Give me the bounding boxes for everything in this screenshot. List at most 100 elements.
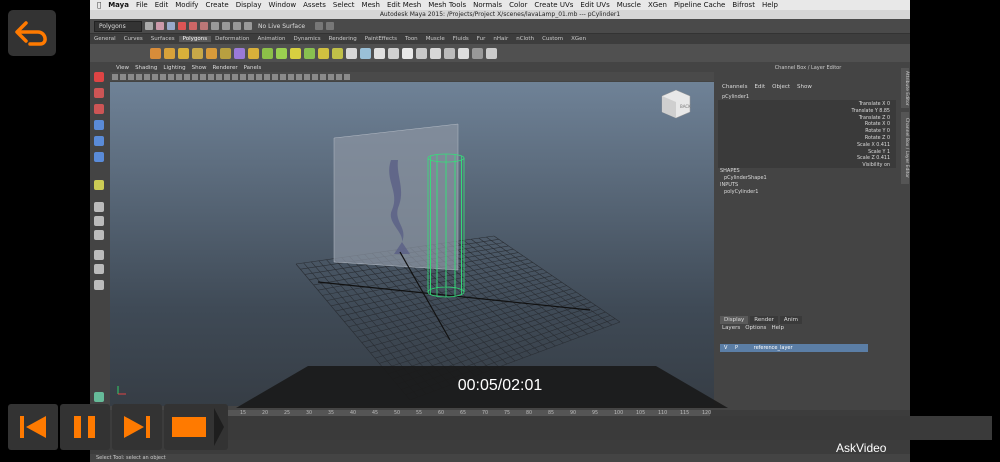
menu-pipeline-cache[interactable]: Pipeline Cache	[674, 1, 725, 9]
channel-menu-object[interactable]: Object	[772, 84, 790, 90]
back-button[interactable]	[8, 10, 56, 56]
layer-row[interactable]: V P reference_layer	[720, 344, 868, 352]
tab-muscle[interactable]: Muscle	[422, 36, 449, 42]
apple-icon[interactable]: 	[97, 1, 101, 9]
panel-tool-19-icon[interactable]	[256, 73, 262, 80]
layer-tab-display[interactable]: Display	[720, 316, 749, 324]
perspective-viewport[interactable]: BACK	[110, 82, 714, 406]
panel-tool-27-icon[interactable]	[320, 73, 326, 80]
panel-tool-15-icon[interactable]	[224, 73, 230, 80]
menu-mesh-tools[interactable]: Mesh Tools	[428, 1, 466, 9]
shelf-tool-25-icon[interactable]	[486, 47, 497, 59]
pause-button[interactable]	[60, 404, 110, 450]
panel-tool-22-icon[interactable]	[280, 73, 286, 80]
tab-dynamics[interactable]: Dynamics	[290, 36, 325, 42]
shelf-tool-23-icon[interactable]	[458, 47, 469, 59]
shelf-tool-19-icon[interactable]	[402, 47, 413, 59]
menu-edit-uvs[interactable]: Edit UVs	[580, 1, 609, 9]
side-by-side-layout-icon[interactable]	[94, 230, 104, 240]
four-view-layout-icon[interactable]	[94, 216, 104, 226]
tab-painteffects[interactable]: PaintEffects	[361, 36, 401, 42]
menu-display[interactable]: Display	[236, 1, 262, 9]
panel-tool-14-icon[interactable]	[216, 73, 222, 80]
panel-tool-28-icon[interactable]	[328, 73, 334, 80]
shelf-tool-16-icon[interactable]	[360, 47, 371, 59]
tab-animation[interactable]: Animation	[253, 36, 289, 42]
shelf-tool-24-icon[interactable]	[472, 47, 483, 59]
channel-attribute[interactable]: Translate Y 8.85	[852, 109, 890, 114]
panel-tool-16-icon[interactable]	[232, 73, 238, 80]
attribute-editor-tab[interactable]: Attribute Editor	[901, 68, 909, 108]
input-node[interactable]: polyCylinder1	[724, 189, 758, 195]
menu-create[interactable]: Create	[205, 1, 228, 9]
panel-menu-view[interactable]: View	[116, 65, 129, 71]
menu-window[interactable]: Window	[269, 1, 297, 9]
channel-attribute[interactable]: Translate X 0	[859, 102, 890, 107]
shelf-tool-8-icon[interactable]	[248, 47, 259, 59]
menu-mesh[interactable]: Mesh	[362, 1, 380, 9]
shelf-tool-13-icon[interactable]	[318, 47, 329, 59]
tab-polygons[interactable]: Polygons	[178, 36, 212, 42]
menu-muscle[interactable]: Muscle	[617, 1, 641, 9]
paint-select-tool-icon[interactable]	[94, 104, 104, 114]
menu-file[interactable]: File	[136, 1, 148, 9]
rotate-tool-icon[interactable]	[94, 136, 104, 146]
shelf-tool-21-icon[interactable]	[430, 47, 441, 59]
menu-help[interactable]: Help	[762, 1, 778, 9]
view-cube[interactable]: BACK	[661, 89, 691, 119]
channel-menu-channels[interactable]: Channels	[722, 84, 747, 90]
panel-tool-4-icon[interactable]	[136, 73, 142, 80]
panel-tool-2-icon[interactable]	[120, 73, 126, 80]
panel-tool-6-icon[interactable]	[152, 73, 158, 80]
shelf-tool-18-icon[interactable]	[388, 47, 399, 59]
snap-point-icon[interactable]	[233, 22, 241, 30]
channel-attribute[interactable]: Visibility on	[862, 163, 890, 168]
shelf-tool-17-icon[interactable]	[374, 47, 385, 59]
channel-box-tab[interactable]: Channel Box / Layer Editor	[901, 112, 909, 184]
shelf-tool-11-icon[interactable]	[290, 47, 301, 59]
select-by-hierarchy-icon[interactable]	[189, 22, 197, 30]
tab-xgen[interactable]: XGen	[567, 36, 590, 42]
menu-modify[interactable]: Modify	[175, 1, 198, 9]
shape-node[interactable]: pCylinderShape1	[724, 175, 767, 181]
channel-attribute[interactable]: Rotate X 0	[865, 122, 890, 127]
skip-back-button[interactable]	[8, 404, 58, 450]
layer-name[interactable]: reference_layer	[754, 345, 793, 351]
panel-tool-17-icon[interactable]	[240, 73, 246, 80]
layer-visibility-toggle[interactable]: V	[724, 345, 727, 351]
menu-bifrost[interactable]: Bifrost	[732, 1, 755, 9]
tab-surfaces[interactable]: Surfaces	[147, 36, 179, 42]
shelf-tool-10-icon[interactable]	[276, 47, 287, 59]
panel-tool-1-icon[interactable]	[112, 73, 118, 80]
shelf-tool-20-icon[interactable]	[416, 47, 427, 59]
panel-tool-3-icon[interactable]	[128, 73, 134, 80]
shelf-tool-9-icon[interactable]	[262, 47, 273, 59]
stop-button[interactable]	[164, 404, 228, 450]
scale-tool-icon[interactable]	[94, 152, 104, 162]
shelf-tool-22-icon[interactable]	[444, 47, 455, 59]
scrub-bar[interactable]	[222, 416, 992, 440]
menu-create-uvs[interactable]: Create UVs	[534, 1, 573, 9]
panel-tool-12-icon[interactable]	[200, 73, 206, 80]
panel-tool-23-icon[interactable]	[288, 73, 294, 80]
menu-edit[interactable]: Edit	[155, 1, 169, 9]
layer-menu-options[interactable]: Options	[745, 325, 766, 331]
panel-menu-panels[interactable]: Panels	[244, 65, 262, 71]
shelf-tool-5-icon[interactable]	[206, 47, 217, 59]
open-scene-icon[interactable]	[156, 22, 164, 30]
panel-menu-lighting[interactable]: Lighting	[163, 65, 185, 71]
select-mode-icon[interactable]	[178, 22, 186, 30]
panel-tool-5-icon[interactable]	[144, 73, 150, 80]
channel-menu-show[interactable]: Show	[797, 84, 812, 90]
panel-tool-20-icon[interactable]	[264, 73, 270, 80]
skip-forward-button[interactable]	[112, 404, 162, 450]
tab-curves[interactable]: Curves	[120, 36, 147, 42]
menu-select[interactable]: Select	[333, 1, 355, 9]
shelf-tool-7-icon[interactable]	[234, 47, 245, 59]
shelf-tool-15-icon[interactable]	[346, 47, 357, 59]
menu-normals[interactable]: Normals	[473, 1, 502, 9]
tab-ncloth[interactable]: nCloth	[512, 36, 538, 42]
panel-tool-24-icon[interactable]	[296, 73, 302, 80]
shelf-tool-12-icon[interactable]	[304, 47, 315, 59]
snap-view-icon[interactable]	[244, 22, 252, 30]
